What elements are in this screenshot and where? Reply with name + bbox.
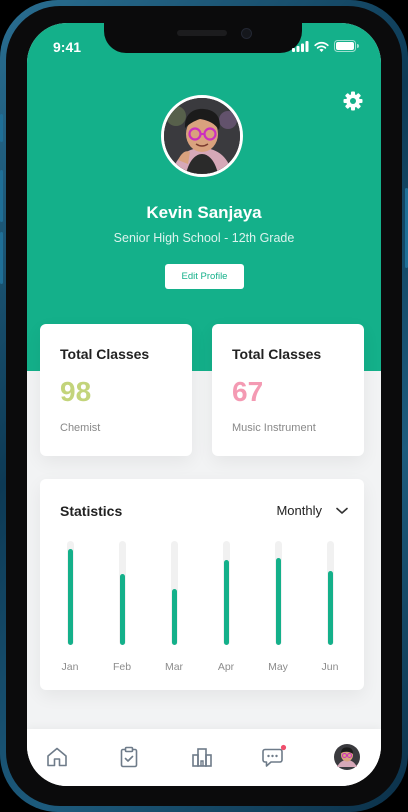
- status-icons: [292, 40, 359, 52]
- bar-track-apr: [223, 541, 230, 645]
- edit-profile-button[interactable]: Edit Profile: [165, 264, 244, 289]
- status-time: 9:41: [53, 39, 82, 55]
- volume-down-button: [0, 232, 3, 284]
- bar-track-mar: [171, 541, 178, 645]
- bar-label-apr: Apr: [217, 661, 235, 673]
- card-value: 67: [232, 376, 264, 407]
- bottom-navigation: [27, 729, 381, 786]
- statistics-title: Statistics: [60, 503, 123, 519]
- avatar-photo: [164, 98, 240, 174]
- notch: [104, 23, 302, 53]
- profile-avatar[interactable]: [161, 95, 243, 177]
- bar-fill-jun: [328, 571, 333, 645]
- battery-icon: [334, 40, 359, 52]
- bar-fill-jan: [68, 549, 73, 645]
- statistics-card: Statistics Monthly Jan Feb Mar Apr May Jun: [40, 479, 364, 690]
- home-icon: [47, 747, 67, 767]
- school-icon: [192, 748, 212, 767]
- bar-fill-apr: [224, 560, 229, 645]
- nav-home[interactable]: [43, 743, 71, 771]
- nav-school[interactable]: [188, 743, 216, 771]
- bar-fill-feb: [120, 574, 125, 645]
- profile-name: Kevin Sanjaya: [146, 203, 262, 222]
- front-camera: [241, 28, 252, 39]
- total-classes-card-chemist[interactable]: Total Classes 98 Chemist: [40, 324, 192, 456]
- bar-label-mar: Mar: [164, 661, 184, 673]
- chat-icon: [262, 744, 287, 767]
- wifi-icon: [314, 41, 329, 52]
- bar-fill-mar: [172, 589, 177, 645]
- period-dropdown-value: Monthly: [276, 503, 322, 518]
- nav-messages[interactable]: [260, 743, 288, 771]
- bar-fill-may: [276, 558, 281, 645]
- total-classes-card-music[interactable]: Total Classes 67 Music Instrument: [212, 324, 364, 456]
- bar-label-jan: Jan: [61, 661, 79, 673]
- card-title: Total Classes: [232, 346, 322, 362]
- card-value: 98: [60, 376, 92, 407]
- bar-track-feb: [119, 541, 126, 645]
- settings-button[interactable]: [341, 89, 365, 113]
- screen: 9:41 Kevin Sanjaya Senior High School - …: [27, 23, 381, 786]
- signal-icon: [292, 41, 309, 52]
- bar-track-may: [275, 541, 282, 645]
- speaker-grille: [177, 30, 227, 36]
- volume-up-button: [0, 170, 3, 222]
- gear-icon: [343, 91, 363, 111]
- nav-profile[interactable]: [333, 743, 361, 771]
- bar-track-jan: [67, 541, 74, 645]
- mute-switch: [0, 114, 3, 142]
- bar-label-may: May: [268, 661, 288, 673]
- bar-track-jun: [327, 541, 334, 645]
- card-subject: Chemist: [60, 422, 101, 434]
- period-dropdown[interactable]: Monthly: [276, 503, 348, 518]
- bar-label-jun: Jun: [321, 661, 339, 673]
- bar-label-feb: Feb: [112, 661, 132, 673]
- nav-tasks[interactable]: [115, 743, 143, 771]
- profile-subtitle: Senior High School - 12th Grade: [113, 231, 295, 245]
- profile-header-background: [27, 23, 381, 371]
- clipboard-check-icon: [120, 746, 138, 768]
- card-title: Total Classes: [60, 346, 150, 362]
- card-subject: Music Instrument: [232, 422, 316, 434]
- profile-avatar-icon: [334, 744, 360, 770]
- chevron-down-icon: [336, 507, 348, 514]
